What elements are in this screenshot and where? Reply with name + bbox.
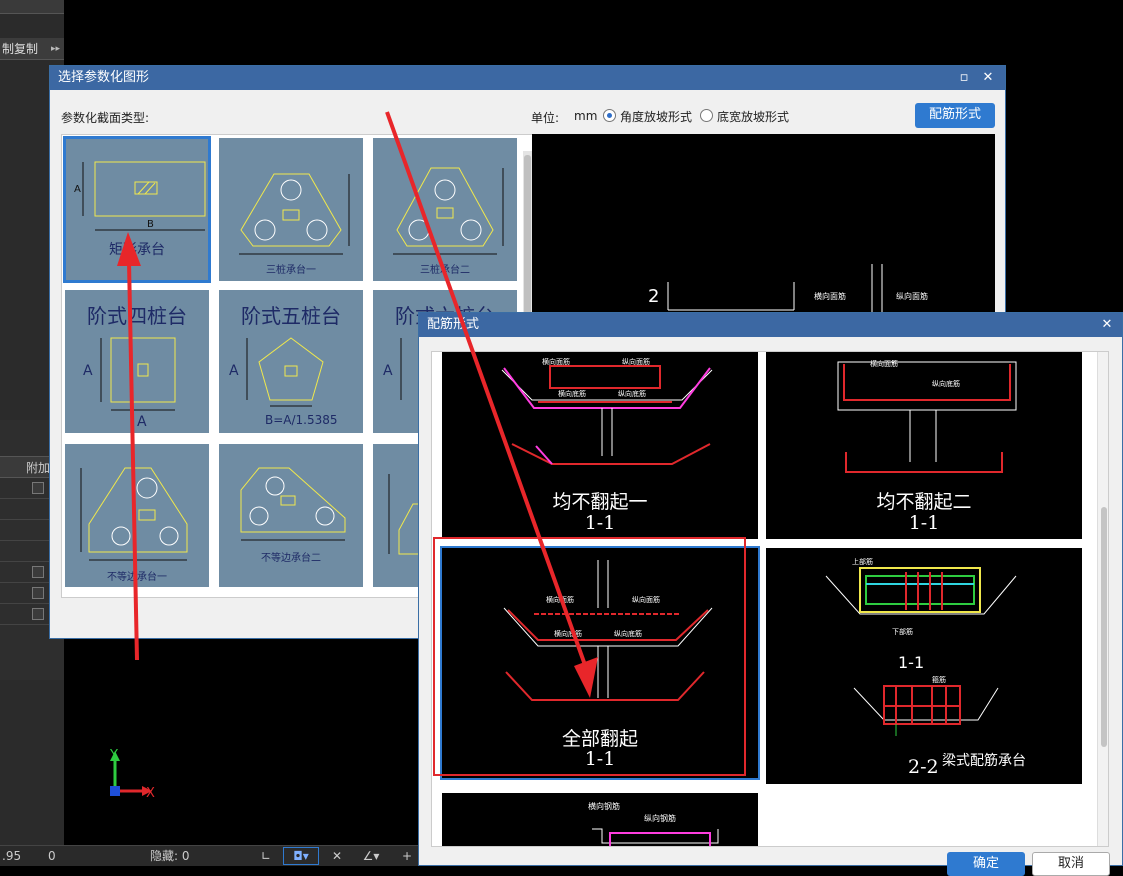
dialog-titlebar: 选择参数化图形 ▫ ✕ — [50, 66, 1005, 90]
svg-text:横向底筋: 横向底筋 — [558, 389, 586, 398]
svg-text:2: 2 — [648, 286, 659, 307]
radio-angle-slope[interactable] — [603, 109, 616, 122]
three-pile-diagram — [239, 173, 350, 255]
svg-text:纵向底筋: 纵向底筋 — [932, 379, 960, 388]
snap-icon[interactable]: ◘▾ — [283, 847, 319, 865]
svg-text:B: B — [147, 219, 154, 230]
scroll-thumb[interactable] — [1101, 507, 1107, 747]
option-title: 均不翻起二 — [876, 491, 972, 513]
svg-text:横向面筋: 横向面筋 — [870, 359, 898, 368]
maximize-icon[interactable]: ▫ — [953, 66, 975, 90]
svg-text:A: A — [74, 184, 81, 195]
unequal-cap-diagram — [80, 467, 188, 561]
thumb-stepped-five-pile[interactable]: 阶式五桩台 A B=A/1.5385 — [219, 290, 363, 433]
rebar-option-none-raised-2[interactable]: 横向面筋 纵向底筋 均不翻起二 1-1 — [766, 352, 1082, 539]
svg-text:下部筋: 下部筋 — [892, 627, 913, 636]
thumb-caption: 矩形承台 — [109, 242, 165, 258]
close-icon[interactable]: ✕ — [1096, 313, 1118, 337]
radio-angle-slope-label[interactable]: 角度放坡形式 — [620, 108, 692, 125]
svg-text:横向面筋: 横向面筋 — [542, 357, 570, 366]
rebar-section-diagram: 横向面筋 纵向面筋 横向底筋 纵向底筋 — [501, 357, 713, 465]
thumb-caption: 三桩承台二 — [420, 265, 470, 276]
option-title: 梁式配筋承台 — [942, 753, 1026, 769]
copy-label: 制复制 — [2, 42, 39, 56]
rebar-option-5[interactable]: 横向钢筋 纵向钢筋 — [442, 793, 758, 846]
rebar-option-none-raised-1[interactable]: 横向面筋 纵向面筋 横向底筋 纵向底筋 均不翻起一 1-1 — [442, 352, 758, 539]
svg-text:纵向面筋: 纵向面筋 — [622, 357, 650, 366]
three-pile-diagram — [393, 167, 504, 255]
unit-value: mm — [574, 109, 598, 123]
thumb-three-pile-2[interactable]: 三桩承台二 — [373, 138, 517, 281]
svg-text:箍筋: 箍筋 — [932, 675, 946, 684]
svg-text:A: A — [229, 363, 239, 379]
grid-checkbox[interactable] — [32, 587, 44, 599]
radio-bottom-width-slope-label[interactable]: 底宽放坡形式 — [717, 108, 789, 125]
expand-icon: ▸▸ — [50, 44, 60, 54]
ucs-axis-icon: Y X — [109, 748, 155, 801]
radio-bottom-width-slope[interactable] — [700, 109, 713, 122]
add-icon[interactable]: + — [396, 846, 418, 867]
thumb-caption: 阶式五桩台 — [241, 304, 341, 328]
rebar-section-diagram: 横向钢筋 纵向钢筋 — [588, 801, 719, 846]
ortho-icon[interactable]: ∟ — [255, 846, 277, 867]
svg-text:横向面筋: 横向面筋 — [814, 291, 846, 301]
svg-text:1-1: 1-1 — [898, 653, 924, 672]
svg-text:A: A — [83, 363, 93, 379]
thumb-rect-cap[interactable]: B A 矩形承台 — [63, 136, 211, 283]
option-section: 2-2 — [908, 756, 939, 778]
axis-y-label: Y — [109, 748, 118, 763]
annotation-highlight-box — [433, 537, 746, 776]
thumb-three-pile-1[interactable]: 三桩承台一 — [219, 138, 363, 281]
option-title: 均不翻起一 — [552, 491, 648, 513]
thumb-caption: 不等边承台一 — [107, 572, 167, 583]
ok-button[interactable]: 确定 — [947, 852, 1025, 876]
option-section: 1-1 — [584, 512, 616, 534]
list-scrollbar[interactable] — [1097, 352, 1108, 846]
thumb-caption: 不等边承台二 — [261, 553, 321, 564]
unequal-cap-diagram — [240, 467, 346, 541]
dialog-titlebar: 配筋形式 ✕ — [419, 313, 1122, 337]
copy-tool[interactable]: 制复制 ▸▸ — [0, 38, 64, 60]
thumb-unequal-1[interactable]: 不等边承台一 — [65, 444, 209, 587]
svg-text:A: A — [137, 414, 147, 430]
close-icon[interactable]: ✕ — [977, 66, 999, 90]
dialog-title: 选择参数化图形 — [58, 70, 150, 85]
svg-text:纵向面筋: 纵向面筋 — [896, 291, 928, 301]
preview-diagram: 2 横向面筋 纵向面筋 — [648, 264, 928, 334]
cross-icon[interactable]: ✕ — [326, 846, 348, 867]
thumb-caption: 三桩承台一 — [266, 265, 316, 276]
status-bar: .95 0 隐藏: 0 ∟ ◘▾ ✕ ∠▾ + — [0, 845, 420, 866]
svg-text:A: A — [383, 363, 393, 379]
rebar-section-diagram: 上部筋 下部筋 1-1 箍筋 — [825, 557, 1017, 736]
rebar-form-button[interactable]: 配筋形式 — [915, 103, 995, 128]
grid-checkbox[interactable] — [32, 566, 44, 578]
axis-x-label: X — [146, 786, 155, 801]
grid-header-label: 附加 — [26, 461, 51, 475]
svg-text:纵向底筋: 纵向底筋 — [618, 389, 646, 398]
rebar-section-diagram: 横向面筋 纵向底筋 — [837, 359, 1017, 473]
section-type-label: 参数化截面类型: — [61, 111, 150, 125]
cancel-button[interactable]: 取消 — [1032, 852, 1110, 876]
left-panel-header — [0, 0, 64, 14]
dialog-title: 配筋形式 — [427, 317, 480, 332]
thumb-unequal-2[interactable]: 不等边承台二 — [219, 444, 363, 587]
rect-cap-diagram: B A — [74, 161, 206, 231]
option-section: 1-1 — [908, 512, 940, 534]
thumb-stepped-four-pile[interactable]: 阶式四桩台 A A — [65, 290, 209, 433]
grid-checkbox[interactable] — [32, 482, 44, 494]
svg-text:横向钢筋: 横向钢筋 — [588, 801, 620, 811]
angle-icon[interactable]: ∠▾ — [356, 846, 386, 867]
status-value: 0 — [48, 849, 56, 863]
status-hidden: 隐藏: 0 — [150, 849, 190, 863]
rebar-option-beam-cap[interactable]: 上部筋 下部筋 1-1 箍筋 梁式配筋承台 2-2 — [766, 548, 1082, 784]
status-value: .95 — [2, 849, 22, 863]
thumb-caption: 阶式四桩台 — [87, 304, 187, 328]
svg-text:B=A/1.5385: B=A/1.5385 — [265, 413, 338, 427]
unit-label: 单位: — [531, 111, 560, 125]
grid-checkbox[interactable] — [32, 608, 44, 620]
svg-text:纵向钢筋: 纵向钢筋 — [644, 813, 676, 823]
svg-text:上部筋: 上部筋 — [852, 557, 873, 566]
